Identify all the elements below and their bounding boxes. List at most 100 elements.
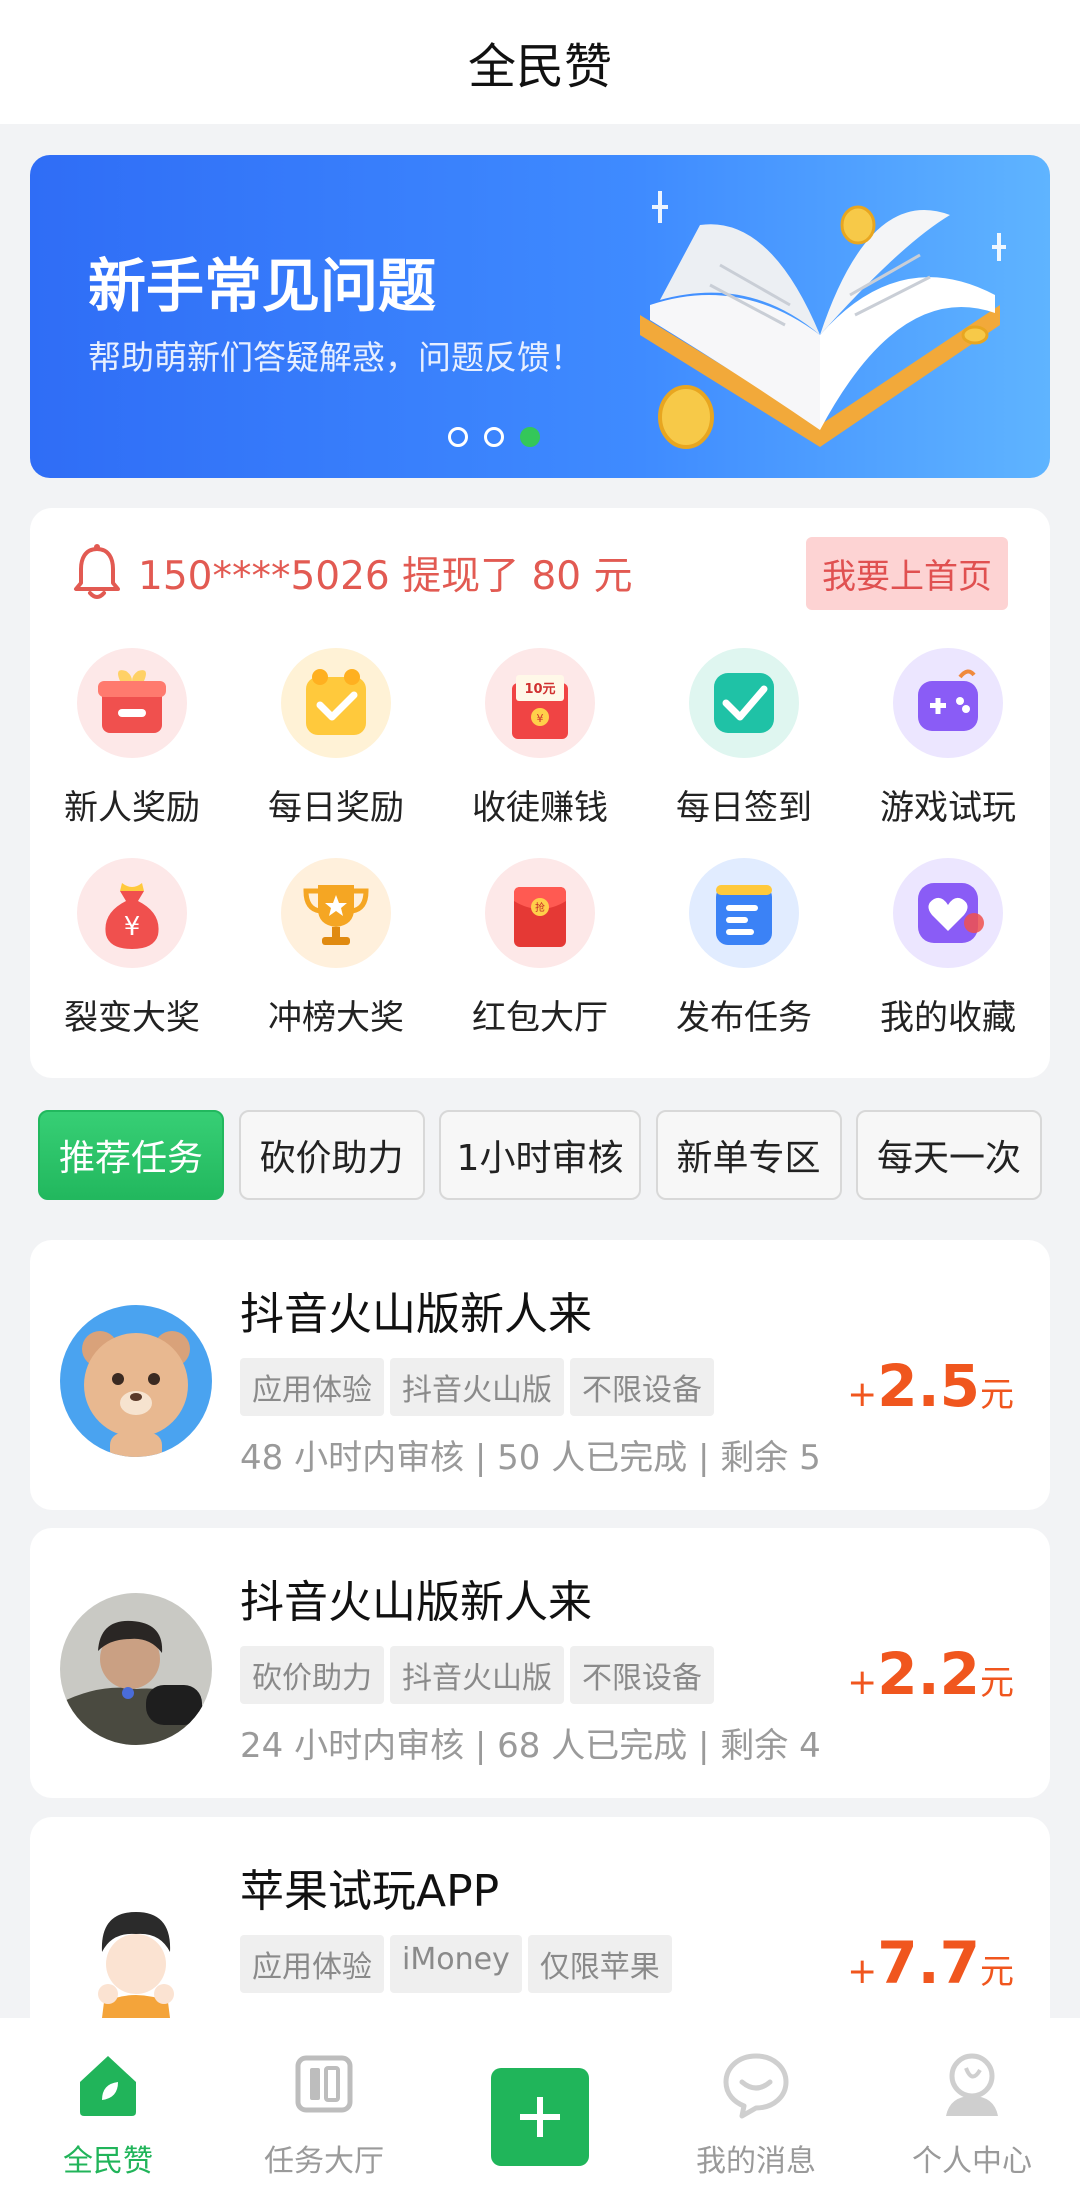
nav-label: 我的消息 bbox=[696, 2144, 816, 2179]
task-card[interactable]: 抖音火山版新人来 砍价助力 抖音火山版 不限设备 24 小时内审核 | 68 人… bbox=[30, 1528, 1050, 1798]
nav-task-hall[interactable]: 任务大厅 bbox=[216, 2018, 432, 2208]
svg-text:10元: 10元 bbox=[524, 682, 555, 697]
nav-messages[interactable]: 我的消息 bbox=[648, 2018, 864, 2208]
task-hall-icon bbox=[295, 2055, 353, 2113]
profile-icon bbox=[946, 2053, 998, 2116]
reward-unit: 元 bbox=[980, 1375, 1014, 1415]
reward-unit: 元 bbox=[980, 1952, 1014, 1992]
avatar bbox=[60, 1593, 212, 1745]
feature-publish-task[interactable]: 发布任务 bbox=[642, 858, 846, 1068]
reward-plus: + bbox=[847, 1374, 878, 1415]
notice-text: 150****5026 提现了 80 元 bbox=[138, 554, 633, 599]
banner-carousel[interactable]: 新手常见问题 帮助萌新们答疑解惑，问题反馈！ bbox=[30, 155, 1050, 478]
task-title: 抖音火山版新人来 bbox=[240, 1577, 592, 1628]
feature-label: 每日奖励 bbox=[268, 788, 404, 828]
feature-fission-prize[interactable]: ¥ 裂变大奖 bbox=[30, 858, 234, 1068]
feature-red-packet-hall[interactable]: 抢 红包大厅 bbox=[438, 858, 642, 1068]
task-tags: 应用体验 iMoney 仅限苹果 bbox=[240, 1935, 672, 1993]
app-header: 全民赞 bbox=[0, 0, 1080, 124]
document-icon bbox=[689, 858, 799, 968]
feature-label: 新人奖励 bbox=[64, 788, 200, 828]
feature-grid: 新人奖励 每日奖励 10元 ¥ 收徒赚钱 每日签到 游戏试玩 ¥ 裂变大奖 冲榜… bbox=[30, 648, 1050, 1068]
home-icon bbox=[80, 2056, 136, 2116]
svg-text:¥: ¥ bbox=[124, 912, 141, 942]
reward-amount: 2.2 bbox=[877, 1640, 980, 1708]
task-tag: 不限设备 bbox=[570, 1646, 714, 1704]
task-tag: 仅限苹果 bbox=[527, 1935, 672, 1993]
feature-label: 红包大厅 bbox=[472, 998, 608, 1038]
task-tags: 应用体验 抖音火山版 不限设备 bbox=[240, 1358, 714, 1416]
task-reward: + 7.7 元 bbox=[847, 1929, 1014, 1997]
open-book-illustration bbox=[640, 191, 1006, 449]
task-meta: 24 小时内审核 | 68 人已完成 | 剩余 4 bbox=[240, 1726, 821, 1766]
banner-title: 新手常见问题 bbox=[88, 252, 437, 320]
feature-label: 每日签到 bbox=[676, 788, 812, 828]
carousel-dot[interactable] bbox=[448, 427, 468, 447]
red-packet-icon: 抢 bbox=[485, 858, 595, 968]
feature-label: 收徒赚钱 bbox=[472, 788, 608, 828]
tab-once-daily[interactable]: 每天一次 bbox=[856, 1110, 1042, 1200]
task-tag: 抖音火山版 bbox=[390, 1358, 564, 1416]
task-title: 抖音火山版新人来 bbox=[240, 1289, 592, 1340]
carousel-dot-active[interactable] bbox=[520, 427, 540, 447]
task-tag: 不限设备 bbox=[570, 1358, 714, 1416]
carousel-dots[interactable] bbox=[448, 427, 540, 447]
red-envelope-icon: 10元 ¥ bbox=[485, 648, 595, 758]
reward-plus: + bbox=[847, 1951, 878, 1992]
tab-new-orders[interactable]: 新单专区 bbox=[655, 1110, 842, 1200]
nav-label: 个人中心 bbox=[912, 2144, 1032, 2179]
tab-one-hour-review[interactable]: 1小时审核 bbox=[439, 1110, 641, 1200]
task-meta: 48 小时内审核 | 50 人已完成 | 剩余 5 bbox=[240, 1438, 821, 1478]
heart-icon bbox=[893, 858, 1003, 968]
feature-recruit-earn[interactable]: 10元 ¥ 收徒赚钱 bbox=[438, 648, 642, 858]
task-filter-tabs: 推荐任务 砍价助力 1小时审核 新单专区 每天一次 bbox=[38, 1110, 1042, 1200]
trophy-icon bbox=[281, 858, 391, 968]
task-tag: 应用体验 bbox=[240, 1358, 384, 1416]
feature-my-favorites[interactable]: 我的收藏 bbox=[846, 858, 1050, 1068]
task-reward: + 2.5 元 bbox=[847, 1352, 1014, 1420]
reward-plus: + bbox=[847, 1662, 878, 1703]
message-icon bbox=[723, 2053, 789, 2119]
feature-label: 冲榜大奖 bbox=[268, 998, 404, 1038]
nav-home[interactable]: 全民赞 bbox=[0, 2018, 216, 2208]
feature-label: 发布任务 bbox=[676, 998, 812, 1038]
nav-profile[interactable]: 个人中心 bbox=[864, 2018, 1080, 2208]
avatar bbox=[60, 1305, 212, 1457]
feature-card: 150****5026 提现了 80 元 我要上首页 新人奖励 每日奖励 10元… bbox=[30, 508, 1050, 1078]
feature-game-trial[interactable]: 游戏试玩 bbox=[846, 648, 1050, 858]
feature-label: 我的收藏 bbox=[880, 998, 1016, 1038]
bottom-nav: 全民赞 任务大厅 我的消息 个人中心 bbox=[0, 2018, 1080, 2208]
feature-label: 游戏试玩 bbox=[880, 788, 1016, 828]
nav-publish[interactable] bbox=[432, 2018, 648, 2208]
tab-recommended[interactable]: 推荐任务 bbox=[38, 1110, 224, 1200]
task-tag: 砍价助力 bbox=[240, 1646, 384, 1704]
svg-text:抢: 抢 bbox=[535, 901, 545, 914]
go-homepage-button[interactable]: 我要上首页 bbox=[806, 536, 1008, 610]
nav-label: 全民赞 bbox=[63, 2144, 153, 2179]
task-title: 苹果试玩APP bbox=[240, 1866, 500, 1917]
task-tag: 抖音火山版 bbox=[390, 1646, 564, 1704]
reward-amount: 7.7 bbox=[877, 1929, 980, 1997]
carousel-dot[interactable] bbox=[484, 427, 504, 447]
plus-icon bbox=[491, 2068, 589, 2166]
task-reward: + 2.2 元 bbox=[847, 1640, 1014, 1708]
task-tag: iMoney bbox=[390, 1935, 522, 1993]
tab-bargain[interactable]: 砍价助力 bbox=[238, 1110, 425, 1200]
task-card[interactable]: 抖音火山版新人来 应用体验 抖音火山版 不限设备 48 小时内审核 | 50 人… bbox=[30, 1240, 1050, 1510]
nav-label: 任务大厅 bbox=[264, 2144, 384, 2179]
feature-label: 裂变大奖 bbox=[64, 998, 200, 1038]
gift-box-icon bbox=[77, 648, 187, 758]
withdraw-notice: 150****5026 提现了 80 元 我要上首页 bbox=[72, 536, 1008, 610]
feature-daily-reward[interactable]: 每日奖励 bbox=[234, 648, 438, 858]
money-bag-icon: ¥ bbox=[77, 858, 187, 968]
reward-amount: 2.5 bbox=[877, 1352, 980, 1420]
check-gift-icon bbox=[281, 648, 391, 758]
bell-icon bbox=[74, 544, 120, 599]
banner-subtitle: 帮助萌新们答疑解惑，问题反馈！ bbox=[88, 338, 583, 377]
feature-newcomer-reward[interactable]: 新人奖励 bbox=[30, 648, 234, 858]
feature-rank-prize[interactable]: 冲榜大奖 bbox=[234, 858, 438, 1068]
svg-text:¥: ¥ bbox=[537, 712, 544, 725]
gamepad-icon bbox=[893, 648, 1003, 758]
avatar bbox=[60, 1882, 212, 2034]
feature-daily-checkin[interactable]: 每日签到 bbox=[642, 648, 846, 858]
